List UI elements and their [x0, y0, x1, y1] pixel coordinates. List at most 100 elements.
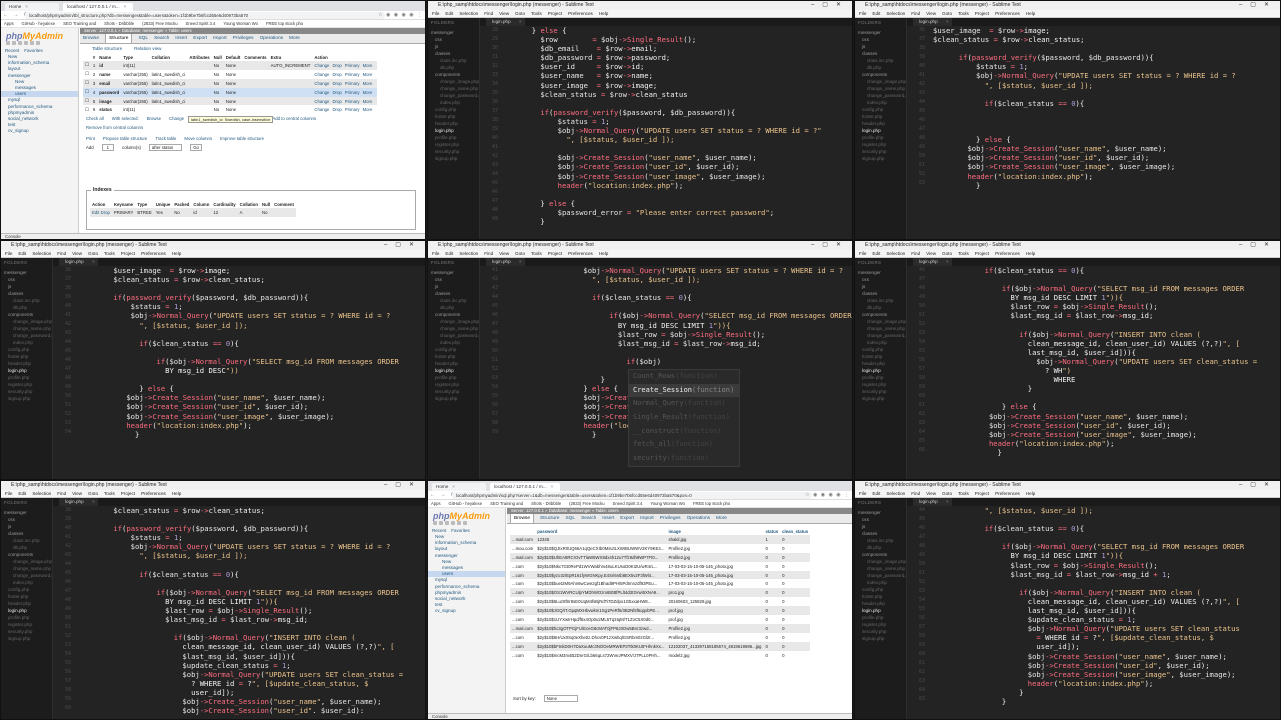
sidebar-file-14[interactable]: login.php — [855, 367, 906, 374]
table-row[interactable]: ...com $2y$10$OS1WVRCUlpYMDhWOzmIB0BfPLlt… — [510, 588, 811, 598]
table-row[interactable]: ...com $2y$10$bFtnkD0H7DaXuuMc3NOOeMRWEP3… — [510, 641, 811, 651]
menu-item-view[interactable]: View — [926, 251, 936, 256]
tool-link[interactable]: Track table — [155, 136, 176, 141]
sidebar-file-16[interactable]: register.php — [1, 621, 52, 628]
row-action-change[interactable]: Change — [314, 107, 329, 112]
nav-tool-icon[interactable] — [24, 41, 28, 45]
nav-tool-icon[interactable] — [36, 41, 40, 45]
table-row[interactable]: ☐ 3 email varchar(255) latin1_swedish_ci No No… — [83, 78, 378, 88]
menu-item-tools[interactable]: Tools — [958, 491, 969, 496]
window-controls[interactable]: –▢✕ — [384, 481, 422, 490]
sidebar-file-8[interactable]: change_name.php — [428, 85, 479, 92]
address-bar[interactable]: localhost/phpmyadmin/tbl_structure.php?d… — [25, 12, 385, 19]
sidebar-file-6[interactable]: components — [1, 311, 52, 318]
after-select[interactable]: after status — [148, 144, 183, 152]
sidebar-file-0[interactable]: messenger — [1, 509, 52, 516]
bookmark-item[interactable]: FREE top stock pho — [693, 501, 730, 506]
tab-privileges[interactable]: Privileges — [233, 36, 254, 41]
sidebar-file-5[interactable]: db.php — [428, 64, 479, 71]
extension-icons[interactable]: ☆ ◉ ◉ ◉ ◉ ⋮ — [378, 11, 423, 20]
sidebar-file-12[interactable]: footer.php — [855, 113, 906, 120]
nav-tool-icon[interactable] — [6, 41, 10, 45]
nav-tool-icon[interactable] — [433, 521, 437, 525]
sidebar-file-10[interactable]: index.php — [855, 339, 906, 346]
subtab[interactable]: Relation view — [134, 46, 161, 51]
menu-item-edit[interactable]: Edit — [445, 251, 453, 256]
sidebar-file-11[interactable]: config.php — [1, 346, 52, 353]
sidebar-file-18[interactable]: signup.php — [428, 395, 479, 402]
sidebar-file-16[interactable]: register.php — [855, 621, 906, 628]
sidebar-file-4[interactable]: class.inc.php — [428, 297, 479, 304]
sidebar-file-3[interactable]: classes — [855, 530, 906, 537]
sidebar-file-9[interactable]: change_password.php — [1, 572, 52, 579]
bulk-action[interactable]: Browse — [147, 116, 161, 121]
tab-login-php[interactable]: login.php × — [913, 498, 952, 506]
menu-item-selection[interactable]: Selection — [32, 251, 51, 256]
tab-login-php[interactable]: login.php × — [913, 258, 952, 266]
sidebar-file-14[interactable]: login.php — [1, 607, 52, 614]
code-area[interactable]: 44 45 46 47 48 49 50 51 52 53 54 55 56 57 58 59 60 61 62 63… — [907, 506, 1280, 719]
add-count-input[interactable]: 1 — [101, 144, 115, 152]
sidebar-file-6[interactable]: components — [428, 311, 479, 318]
sidebar-file-14[interactable]: login.php — [428, 367, 479, 374]
sidebar-file-5[interactable]: db.php — [855, 544, 906, 551]
sidebar-file-7[interactable]: change_image.php — [1, 318, 52, 325]
sidebar-file-0[interactable]: messenger — [428, 269, 479, 276]
menu-item-tools[interactable]: Tools — [958, 251, 969, 256]
bookmark-item[interactable]: (2833) Free Mocku — [142, 21, 177, 26]
recent-link[interactable]: Favorites — [451, 528, 470, 533]
menu-item-edit[interactable]: Edit — [18, 491, 26, 496]
menu-item-view[interactable]: View — [499, 11, 509, 16]
sidebar-file-15[interactable]: profile.php — [428, 134, 479, 141]
row-action-more[interactable]: More — [363, 63, 373, 68]
row-actions[interactable]: Change Drop Primary More — [312, 105, 378, 115]
row-action-drop[interactable]: Drop — [332, 99, 341, 104]
menu-item-find[interactable]: Find — [911, 491, 920, 496]
sidebar-file-15[interactable]: profile.php — [1, 614, 52, 621]
sidebar-file-12[interactable]: footer.php — [855, 593, 906, 600]
bookmark-item[interactable]: Shots - Dribbble — [104, 21, 134, 26]
extension-icons[interactable]: ☆ ◉ ◉ ◉ ◉ ⋮ — [805, 491, 850, 500]
sidebar-file-5[interactable]: db.php — [855, 304, 906, 311]
bookmark-item[interactable]: SEO Training and — [490, 501, 523, 506]
menu-item-help[interactable]: Help — [172, 491, 181, 496]
sidebar-file-1[interactable]: css — [1, 276, 52, 283]
code-area[interactable]: 36 37 38 39 40 41 42 43 44 45 46 47 48 49 50 51 52 53 $use… — [907, 26, 1280, 239]
table-row[interactable]: ...com $2y$10$Nkc7Gt0RePd1WVWabhrs48uLKUs… — [510, 561, 811, 571]
menu-item-tools[interactable]: Tools — [104, 251, 115, 256]
menu-item-file[interactable]: File — [432, 11, 439, 16]
menu-item-help[interactable]: Help — [172, 251, 181, 256]
sidebar-file-6[interactable]: components — [428, 71, 479, 78]
row-action-more[interactable]: More — [363, 107, 373, 112]
sidebar-file-5[interactable]: db.php — [1, 544, 52, 551]
menu-item-edit[interactable]: Edit — [18, 251, 26, 256]
sidebar-file-9[interactable]: change_password.php — [1, 332, 52, 339]
sidebar-file-17[interactable]: security.php — [855, 388, 906, 395]
sidebar-file-1[interactable]: css — [855, 516, 906, 523]
sidebar-file-16[interactable]: register.php — [428, 381, 479, 388]
row-action-change[interactable]: Change — [314, 90, 329, 95]
sidebar-file-10[interactable]: index.php — [1, 339, 52, 346]
nav-tool-icon[interactable] — [451, 521, 455, 525]
sidebar-file-7[interactable]: change_image.php — [1, 558, 52, 565]
table-row[interactable]: ...com $2y$10$buet2M9Ahn6wCwe2gf1Bhad8PH/… — [510, 579, 811, 589]
menu-item-goto[interactable]: Goto — [942, 491, 952, 496]
sidebar-file-11[interactable]: config.php — [1, 586, 52, 593]
menu-item-help[interactable]: Help — [1026, 11, 1035, 16]
sidebar-file-4[interactable]: class.inc.php — [1, 297, 52, 304]
table-row[interactable]: ...com $2y$10$yzo3z/EpR161fyWGNKpy.E4Sri6… — [510, 570, 811, 580]
tab-login-php[interactable]: login.php × — [59, 258, 98, 266]
bookmark-item[interactable]: Young Woman Wo — [650, 501, 685, 506]
sidebar-file-13[interactable]: header.php — [428, 360, 479, 367]
sidebar-file-9[interactable]: change_password.php — [855, 572, 906, 579]
sidebar-file-18[interactable]: signup.php — [855, 635, 906, 642]
sidebar-file-12[interactable]: footer.php — [428, 113, 479, 120]
tab-export[interactable]: Export — [193, 36, 207, 41]
sidebar-file-10[interactable]: index.php — [855, 579, 906, 586]
sidebar-file-3[interactable]: classes — [428, 50, 479, 57]
nav-tool-icon[interactable] — [463, 521, 467, 525]
sidebar-file-16[interactable]: register.php — [855, 381, 906, 388]
window-controls[interactable]: –▢✕ — [1239, 481, 1277, 490]
sidebar-file-8[interactable]: change_name.php — [855, 565, 906, 572]
menu-item-preferences[interactable]: Preferences — [995, 491, 1020, 496]
